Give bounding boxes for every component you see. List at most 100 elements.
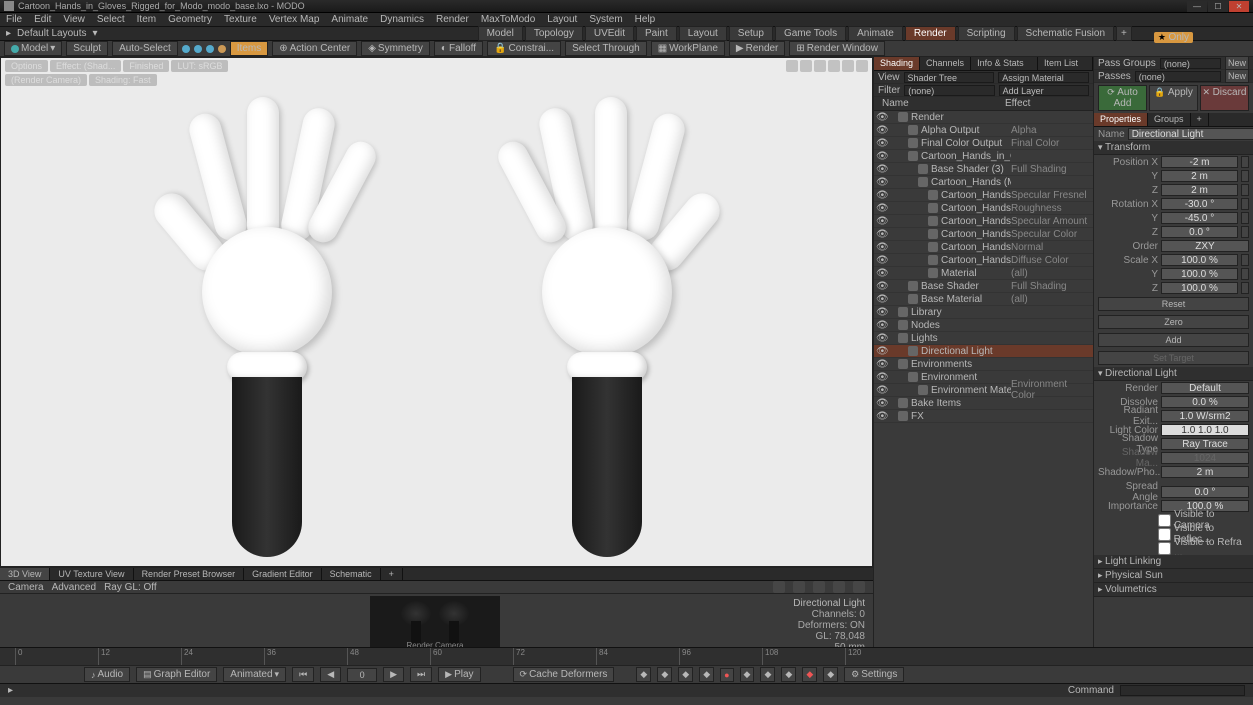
mini-max-icon[interactable] — [833, 581, 845, 593]
visibility-icon[interactable]: 👁 — [876, 281, 886, 291]
discard-button[interactable]: ✕ Discard — [1200, 85, 1249, 111]
menu-edit[interactable]: Edit — [34, 14, 51, 25]
sel-mode-1-icon[interactable] — [182, 45, 190, 53]
passgroups-new[interactable]: New — [1225, 56, 1249, 70]
maximize-button[interactable]: ☐ — [1208, 1, 1228, 12]
minimize-button[interactable]: — — [1187, 1, 1207, 12]
menu-dynamics[interactable]: Dynamics — [380, 14, 424, 25]
visibility-icon[interactable]: 👁 — [876, 164, 886, 174]
transform-section[interactable]: ▾ Transform — [1094, 141, 1253, 155]
key-7-icon[interactable]: ◆ — [760, 667, 775, 682]
cache-deformers-button[interactable]: ⟳ Cache Deformers — [513, 667, 615, 682]
tab-setup[interactable]: Setup — [729, 26, 773, 41]
graph-editor-button[interactable]: ▤ Graph Editor — [136, 667, 217, 682]
dissolve-field[interactable]: 0.0 % — [1161, 396, 1249, 408]
reset-button[interactable]: Reset — [1098, 297, 1249, 311]
vis-reflec-checkbox[interactable] — [1158, 528, 1171, 541]
radiant-field[interactable]: 1.0 W/srm2 — [1161, 410, 1249, 422]
tree-row[interactable]: 👁Base ShaderFull Shading — [874, 280, 1093, 293]
menu-system[interactable]: System — [589, 14, 622, 25]
btab-schematic[interactable]: Schematic — [322, 568, 381, 580]
passes-new[interactable]: New — [1225, 69, 1249, 83]
mini-gear-icon[interactable] — [853, 581, 865, 593]
vis-camera-checkbox[interactable] — [1158, 514, 1171, 527]
visibility-icon[interactable]: 👁 — [876, 385, 886, 395]
shader-tree[interactable]: 👁Render👁Alpha OutputAlpha👁Final Color Ou… — [874, 111, 1093, 647]
viewport[interactable]: Options Effect: (Shad... Finished LUT: s… — [0, 57, 873, 567]
ptab-shading[interactable]: Shading — [874, 57, 920, 70]
command-input[interactable] — [1120, 685, 1245, 696]
tree-row[interactable]: 👁Cartoon_Hands_specu ...Specular Color — [874, 228, 1093, 241]
tree-row[interactable]: 👁Cartoon_Hands_bump ...Normal — [874, 241, 1093, 254]
passes-dropdown[interactable]: (none) — [1135, 71, 1221, 82]
tree-row[interactable]: 👁Cartoon_Hands_diffus...Diffuse Color — [874, 254, 1093, 267]
visibility-icon[interactable]: 👁 — [876, 229, 886, 239]
menu-render[interactable]: Render — [436, 14, 469, 25]
model-button[interactable]: Model ▾ — [4, 41, 62, 56]
vp-shading[interactable]: Shading: Fast — [89, 74, 157, 86]
tree-row[interactable]: 👁Base Material(all) — [874, 293, 1093, 306]
visibility-icon[interactable]: 👁 — [876, 268, 886, 278]
key-1-icon[interactable]: ◆ — [636, 667, 651, 682]
camera-dropdown[interactable]: Camera — [8, 582, 44, 593]
visibility-icon[interactable]: 👁 — [876, 216, 886, 226]
visibility-icon[interactable]: 👁 — [876, 255, 886, 265]
vp-effect[interactable]: Effect: (Shad... — [50, 60, 121, 72]
ptab-info[interactable]: Info & Stats ... — [971, 57, 1038, 70]
btab-add[interactable]: + — [381, 568, 403, 580]
menu-animate[interactable]: Animate — [331, 14, 368, 25]
key-8-icon[interactable]: ◆ — [781, 667, 796, 682]
tab-scripting[interactable]: Scripting — [958, 26, 1015, 41]
shadowpho-field[interactable]: 2 m — [1161, 466, 1249, 478]
tree-row[interactable]: 👁Cartoon_Hands_gloss ...Roughness — [874, 202, 1093, 215]
frame-field[interactable]: 0 — [347, 668, 377, 682]
first-frame-button[interactable]: ⏮ — [292, 667, 314, 682]
visibility-icon[interactable]: 👁 — [876, 151, 886, 161]
vp-maximize-icon[interactable] — [828, 60, 840, 72]
visibility-icon[interactable]: 👁 — [876, 411, 886, 421]
visibility-icon[interactable]: 👁 — [876, 307, 886, 317]
audio-button[interactable]: ♪ Audio — [84, 667, 130, 682]
vp-pan-icon[interactable] — [786, 60, 798, 72]
mini-viewport[interactable]: Render Camera Directional Light Channels… — [0, 594, 873, 651]
vp-rotate-icon[interactable] — [800, 60, 812, 72]
shadowtype-field[interactable]: Ray Trace — [1161, 438, 1249, 450]
autoselect-button[interactable]: Auto-Select — [112, 41, 178, 56]
vis-refra-checkbox[interactable] — [1158, 542, 1171, 555]
visibility-icon[interactable]: 👁 — [876, 242, 886, 252]
layout-dropdown[interactable]: Default Layouts — [17, 28, 87, 39]
key-9-icon[interactable]: ◆ — [802, 667, 817, 682]
menu-geometry[interactable]: Geometry — [168, 14, 212, 25]
volumetrics-section[interactable]: ▸ Volumetrics — [1094, 583, 1253, 597]
timeline[interactable]: 01224364860728496108120 — [0, 647, 1253, 665]
add-button[interactable]: Add — [1098, 333, 1249, 347]
menu-texture[interactable]: Texture — [224, 14, 257, 25]
spread-field[interactable]: 0.0 ° — [1161, 486, 1249, 498]
key-5-icon[interactable]: ● — [720, 668, 733, 682]
physical-sun-section[interactable]: ▸ Physical Sun — [1094, 569, 1253, 583]
tab-render[interactable]: Render — [905, 26, 956, 41]
ptab-channels[interactable]: Channels — [920, 57, 971, 70]
tab-paint[interactable]: Paint — [636, 26, 677, 41]
action-center-button[interactable]: ⊕ Action Center — [272, 41, 357, 56]
sel-mode-2-icon[interactable] — [194, 45, 202, 53]
ptab-add[interactable]: + — [1191, 113, 1209, 126]
key-3-icon[interactable]: ◆ — [678, 667, 693, 682]
spinner-icon[interactable] — [1241, 254, 1249, 266]
tree-row[interactable]: 👁Library — [874, 306, 1093, 319]
posy-field[interactable]: 2 m — [1161, 170, 1238, 182]
tree-row[interactable]: 👁Cartoon_Hands_fresn ...Specular Fresnel — [874, 189, 1093, 202]
render-field[interactable]: Default — [1161, 382, 1249, 394]
tab-uvedit[interactable]: UVEdit — [585, 26, 634, 41]
spinner-icon[interactable] — [1241, 184, 1249, 196]
visibility-icon[interactable]: 👁 — [876, 190, 886, 200]
only-badge[interactable]: ★ Only — [1154, 32, 1193, 43]
key-10-icon[interactable]: ◆ — [823, 667, 838, 682]
ptab-properties[interactable]: Properties — [1094, 113, 1148, 126]
menu-view[interactable]: View — [63, 14, 85, 25]
btab-preset[interactable]: Render Preset Browser — [134, 568, 245, 580]
spinner-icon[interactable] — [1241, 170, 1249, 182]
rotx-field[interactable]: -30.0 ° — [1161, 198, 1238, 210]
constrain-button[interactable]: 🔒 Constrai... — [487, 41, 561, 56]
close-button[interactable]: ✕ — [1229, 1, 1249, 12]
